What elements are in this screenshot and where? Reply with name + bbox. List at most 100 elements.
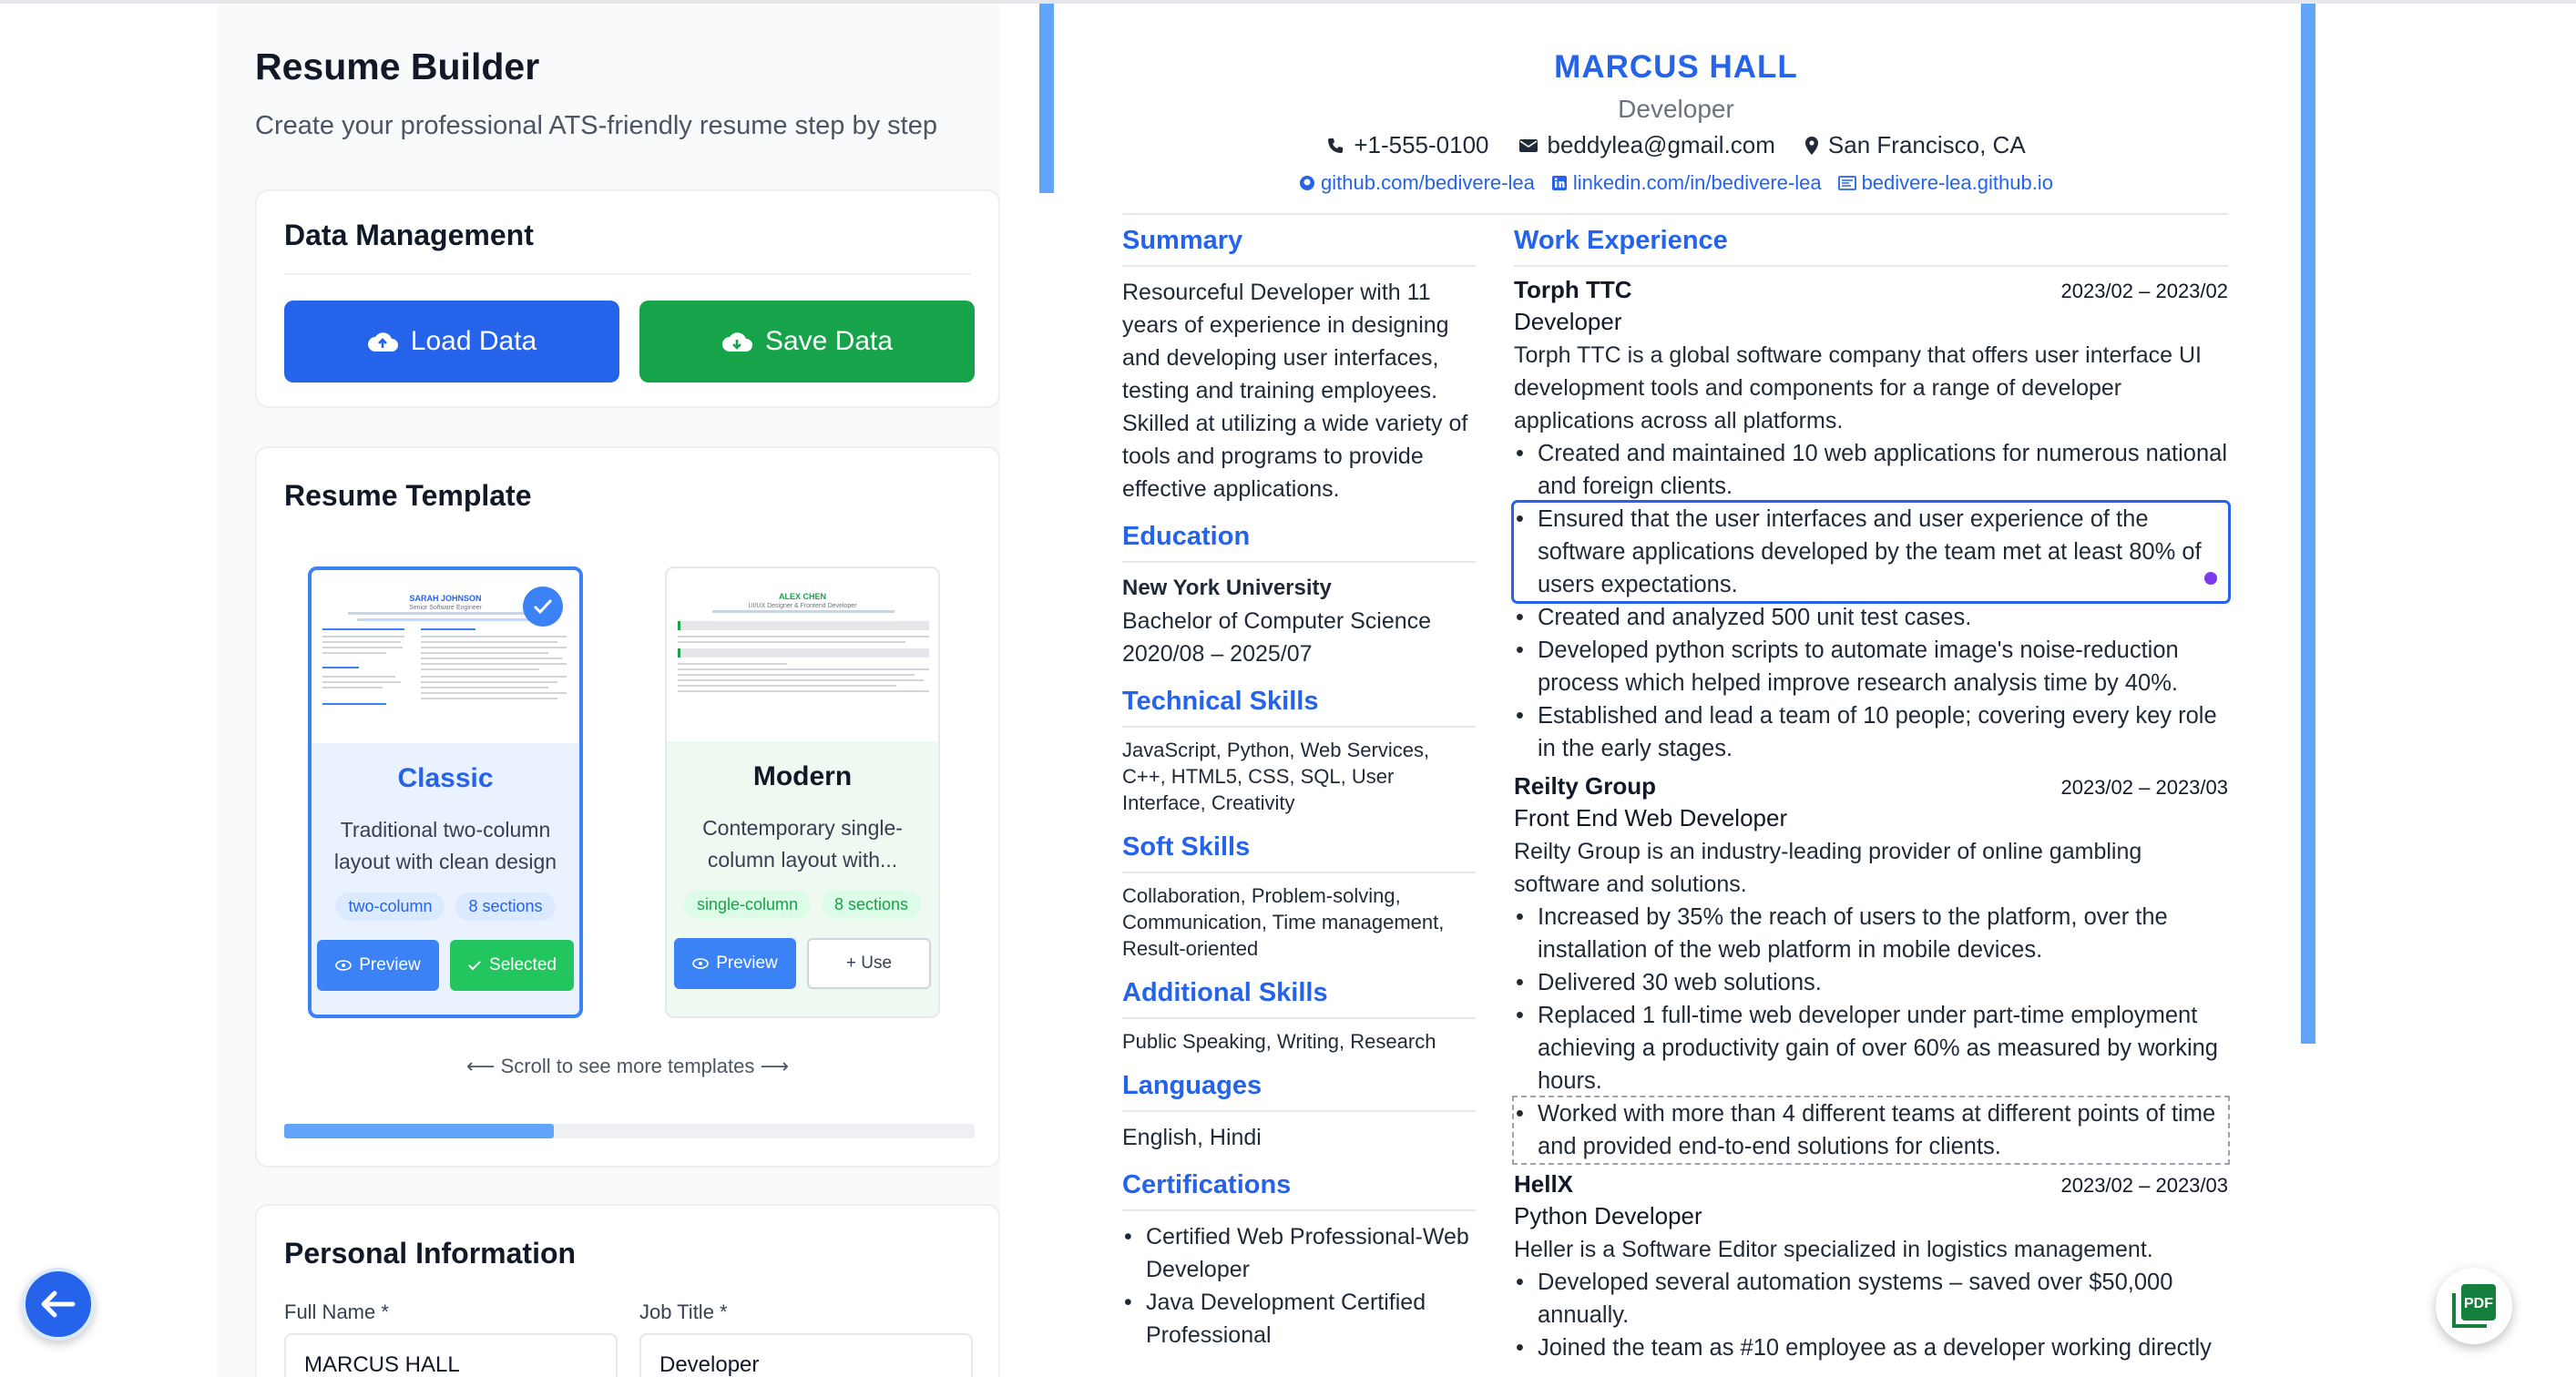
section-heading: Technical Skills [1122,687,1476,728]
resume-title: Developer [1618,95,1734,123]
job-description[interactable]: Heller is a Software Editor specialized … [1514,1233,2228,1266]
editor-scrollbar[interactable] [1039,4,1054,193]
job-role: Python Developer [1514,1202,1702,1229]
certification-item: Java Development Certified Professional [1122,1286,1476,1352]
section-heading: Additional Skills [1122,978,1476,1019]
location-text: San Francisco, CA [1827,131,2026,158]
job-bullets: Created and maintained 10 web applicatio… [1511,437,2231,765]
summary-text[interactable]: Resourceful Developer with 11 years of e… [1122,276,1476,505]
job-bullet[interactable]: Developed several automation systems – s… [1514,1266,2228,1331]
job-bullet[interactable]: Increased by 35% the reach of users to t… [1514,901,2228,966]
email-text: beddylea@gmail.com [1547,131,1775,158]
load-data-label: Load Data [410,326,537,356]
certifications-list: Certified Web Professional-Web Developer… [1122,1220,1476,1352]
job-entry: Reilty Group 2023/02 – 2023/03 Front End… [1512,772,2230,1165]
contact-email: beddylea@gmail.com [1518,131,1775,159]
selected-check-icon [523,586,563,627]
tag-sections: 8 sections [822,891,922,919]
personal-info-card: Personal Information Full Name * Job Tit… [255,1204,1000,1377]
template-card-classic[interactable]: SARAH JOHNSON Senior Software Engineer C… [308,566,583,1018]
template-carousel[interactable]: SARAH JOHNSON Senior Software Engineer C… [284,566,975,1022]
resize-handle[interactable] [2204,572,2217,585]
full-name-label: Full Name * [284,1300,389,1323]
preview-scrollbar[interactable] [2301,4,2315,1044]
job-bullet-hovered[interactable]: Worked with more than 4 different teams … [1512,1096,2230,1165]
job-bullets: Increased by 35% the reach of users to t… [1512,901,2230,1165]
job-bullet[interactable]: Replaced 1 full-time web developer under… [1514,999,2228,1097]
save-data-button[interactable]: Save Data [639,301,975,382]
job-bullet[interactable]: Created and maintained 10 web applicatio… [1514,437,2228,503]
back-button[interactable] [22,1268,95,1341]
job-role: Developer [1514,308,1622,335]
eye-icon [692,958,710,969]
job-bullet[interactable]: Established and lead a team of 10 people… [1514,699,2228,765]
additional-skills-text: Public Speaking, Writing, Research [1122,1030,1436,1053]
job-bullet[interactable]: Joined the team as #10 employee as a dev… [1514,1331,2228,1364]
job-description[interactable]: Torph TTC is a global software company t… [1514,339,2228,437]
job-bullets: Developed several automation systems – s… [1514,1266,2228,1364]
summary-section: Summary Resourceful Developer with 11 ye… [1122,226,1476,505]
job-company: Reilty Group [1514,772,1657,800]
pdf-label: PDF [2464,1296,2493,1311]
preview-label: Preview [716,954,778,973]
job-entry: Torph TTC 2023/02 – 2023/02 Developer To… [1511,276,2231,765]
preview-button[interactable]: Preview [674,938,796,989]
linkedin-link[interactable]: linkedin.com/in/bedivere-lea [1551,171,1822,195]
section-heading: Work Experience [1514,226,2228,267]
github-text: github.com/bedivere-lea [1321,171,1535,194]
preview-button[interactable]: Preview [317,940,439,991]
carousel-scrollbar[interactable] [284,1124,975,1138]
use-label: + Use [845,954,893,973]
job-bullet[interactable]: Developed python scripts to automate ima… [1514,634,2228,699]
job-description[interactable]: Reilty Group is an industry-leading prov… [1514,835,2228,901]
job-title-field[interactable]: Developer [639,1333,973,1377]
resume-left-column: Summary Resourceful Developer with 11 ye… [1122,226,1476,1368]
template-card-modern[interactable]: ALEX CHEN UI/UX Designer & Frontend Deve… [665,566,940,1018]
job-header: Reilty Group 2023/02 – 2023/03 [1514,772,2228,801]
job-dates: 2023/02 – 2023/03 [2060,776,2228,799]
job-dates: 2023/02 – 2023/02 [2060,280,2228,302]
job-header: Torph TTC 2023/02 – 2023/02 [1514,276,2228,304]
location-pin-icon [1804,136,1818,155]
template-thumbnail-modern: ALEX CHEN UI/UX Designer & Frontend Deve… [667,568,938,741]
job-bullet[interactable]: Delivered 30 web solutions. [1514,966,2228,999]
page-subtitle: Create your professional ATS-friendly re… [255,111,937,140]
carousel-scroll-thumb[interactable] [284,1124,554,1138]
section-heading: Soft Skills [1122,832,1476,873]
template-thumbnail-classic: SARAH JOHNSON Senior Software Engineer [312,570,579,743]
thumbnail-lines [678,610,929,692]
selected-button[interactable]: Selected [450,940,574,991]
page-title: Resume Builder [255,46,540,87]
job-bullet-selected[interactable]: Ensured that the user interfaces and use… [1511,500,2231,604]
github-icon [1300,176,1315,190]
languages-text: English, Hindi [1122,1125,1262,1150]
eye-icon [335,960,353,971]
contact-row: +1-555-0100 beddylea@gmail.com San Franc… [1057,131,2295,159]
job-bullet[interactable]: Created and analyzed 500 unit test cases… [1514,601,2228,634]
divider [284,273,971,275]
editor-panel: Resume Builder Create your professional … [217,4,1000,1377]
phone-text: +1-555-0100 [1354,131,1489,158]
linkedin-icon [1551,176,1567,190]
export-pdf-button[interactable]: PDF [2436,1268,2512,1344]
technical-skills-section: Technical Skills JavaScript, Python, Web… [1122,687,1476,816]
template-name: Modern [752,761,853,791]
data-management-card: Data Management Load Data Save Data [255,189,1000,408]
section-heading: Summary [1122,226,1476,267]
load-data-button[interactable]: Load Data [284,301,619,382]
full-name-field[interactable]: MARCUS HALL [284,1333,618,1377]
personal-info-title: Personal Information [284,1237,577,1270]
job-dates: 2023/02 – 2023/03 [2060,1174,2228,1197]
website-link[interactable]: bedivere-lea.github.io [1837,171,2053,195]
technical-skills-text: JavaScript, Python, Web Services, C++, H… [1122,739,1430,814]
thumbnail-lines [322,612,567,705]
languages-section: Languages English, Hindi [1122,1071,1476,1154]
use-template-button[interactable]: + Use [807,938,931,989]
template-actions: Preview + Use [667,938,938,989]
certification-item: Certified Web Professional-Web Developer [1122,1220,1476,1286]
job-header: HellX 2023/02 – 2023/03 [1514,1170,2228,1198]
github-link[interactable]: github.com/bedivere-lea [1299,171,1535,195]
website-text: bedivere-lea.github.io [1861,171,2053,194]
resume-right-column: Work Experience Torph TTC 2023/02 – 2023… [1511,226,2231,1372]
pdf-icon: PDF [2452,1284,2496,1328]
